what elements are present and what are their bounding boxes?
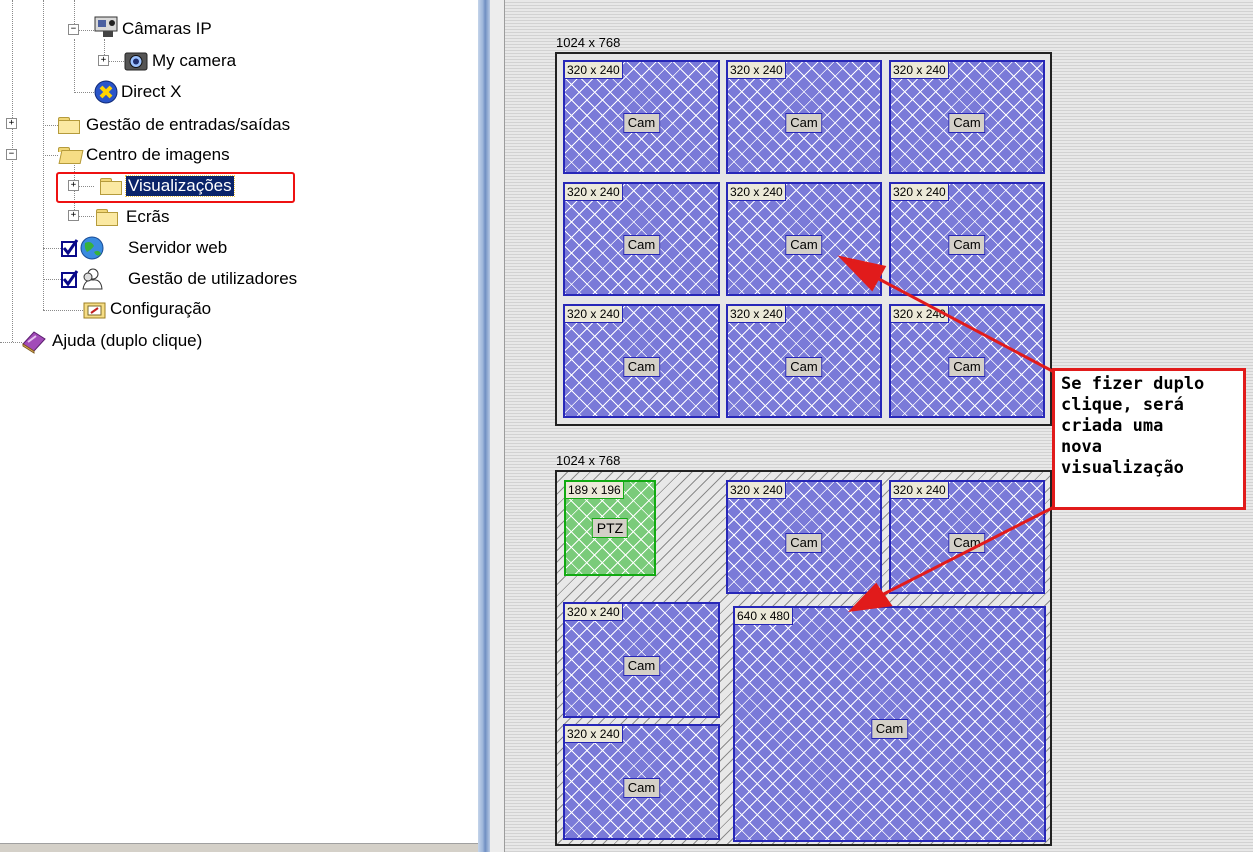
- callout-note: Se fizer duplo clique, será criada uma n…: [1052, 368, 1246, 510]
- callout-line: visualização: [1061, 458, 1184, 478]
- arrow-head: [847, 582, 893, 613]
- arrow-head: [837, 255, 887, 292]
- callout-line: nova: [1061, 437, 1102, 457]
- callout-line: Se fizer duplo: [1061, 374, 1205, 394]
- callout-line: clique, será: [1061, 395, 1184, 415]
- callout-line: criada uma: [1061, 416, 1164, 436]
